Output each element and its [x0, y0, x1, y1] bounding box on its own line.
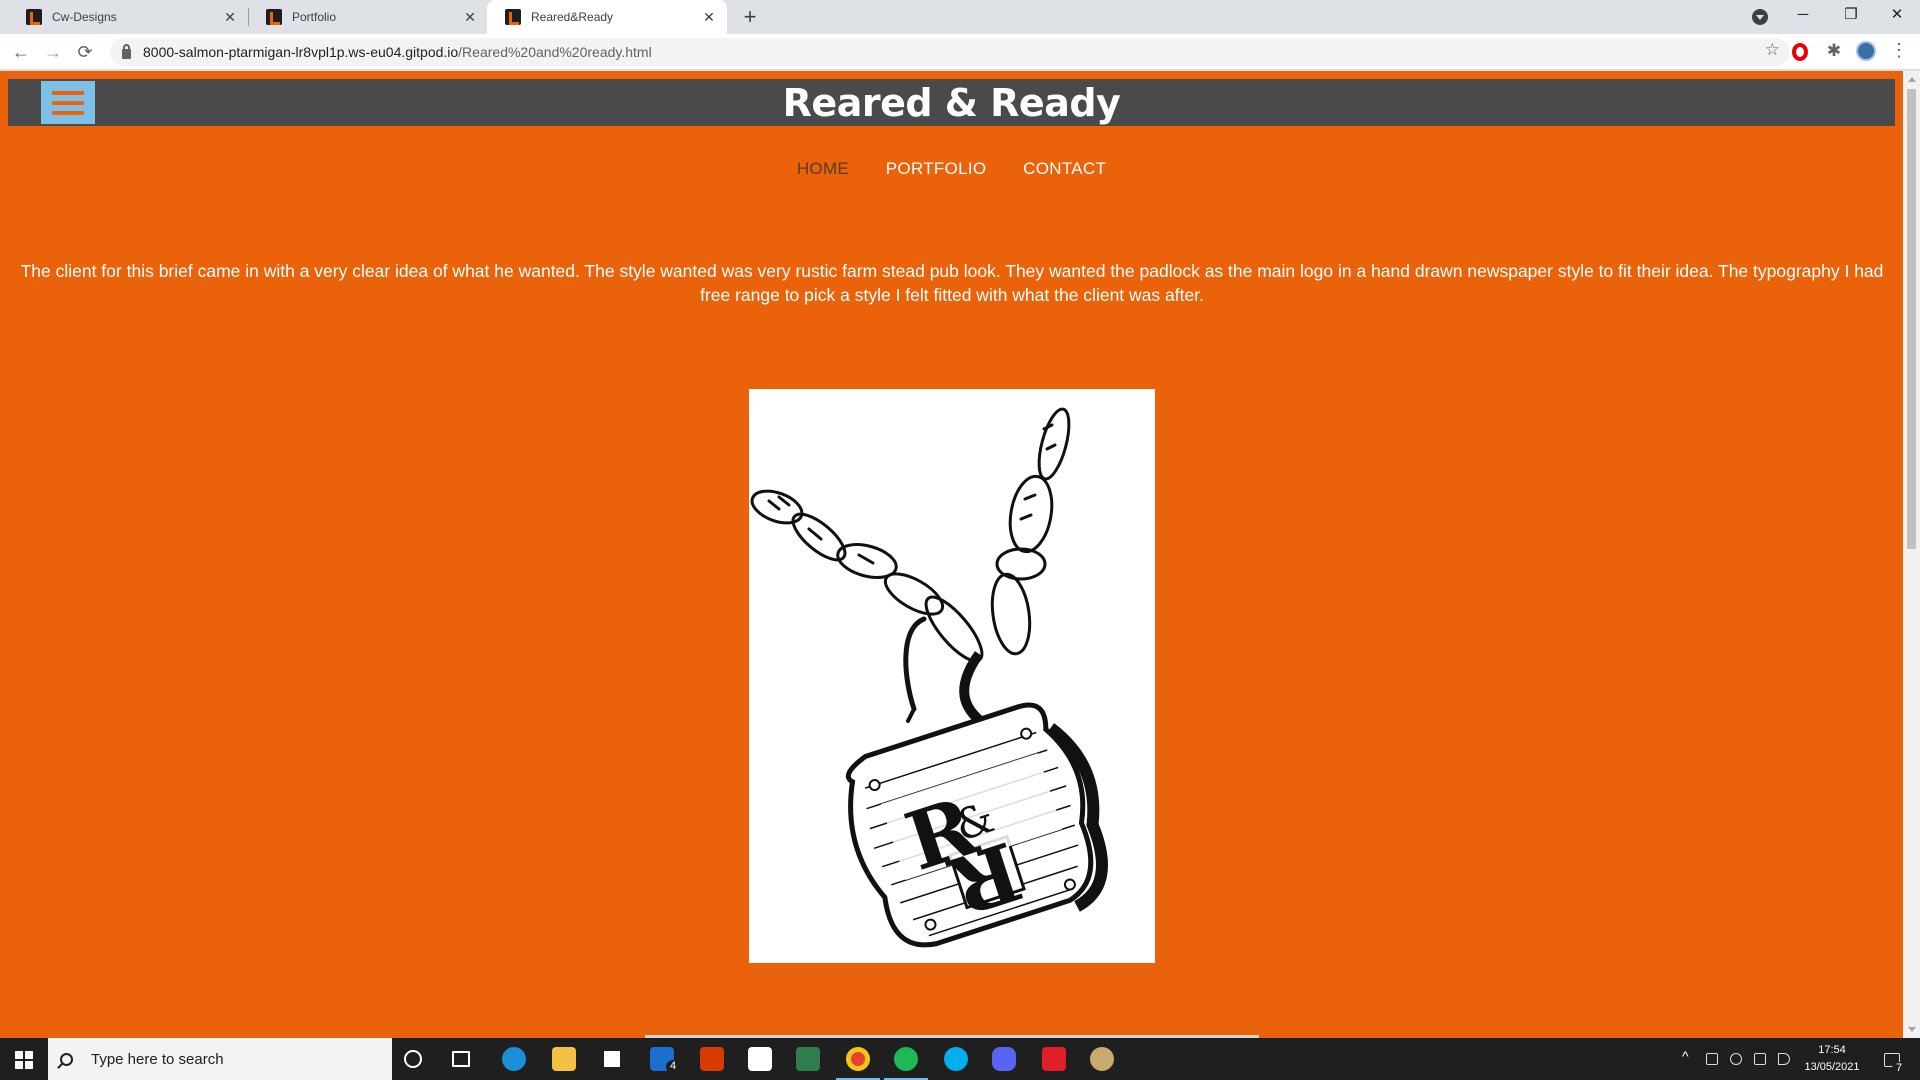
- scroll-down-icon[interactable]: [1908, 1027, 1916, 1032]
- close-icon[interactable]: ✕: [462, 9, 478, 26]
- browser-menu-icon[interactable]: ⋮: [1890, 41, 1908, 61]
- tab-title: Reared&Ready: [531, 10, 614, 24]
- skype-icon[interactable]: [944, 1047, 968, 1071]
- search-placeholder: Type here to search: [91, 1050, 224, 1068]
- back-button[interactable]: ←: [6, 37, 36, 67]
- profile-avatar[interactable]: [1856, 41, 1876, 61]
- show-hidden-icons-icon[interactable]: ^: [1682, 1048, 1689, 1064]
- notification-badge: 7: [1892, 1062, 1906, 1076]
- hamburger-bar: [52, 90, 84, 95]
- minimize-button[interactable]: ─: [1780, 0, 1826, 30]
- reload-button[interactable]: ⟳: [70, 37, 100, 67]
- riot-client-icon[interactable]: [1042, 1047, 1066, 1071]
- clock-time[interactable]: 17:54: [1800, 1044, 1864, 1056]
- league-of-legends-icon[interactable]: [1090, 1047, 1114, 1071]
- chrome-icon[interactable]: [846, 1047, 870, 1071]
- nav-link-portfolio[interactable]: PORTFOLIO: [886, 159, 987, 178]
- new-tab-button[interactable]: +: [736, 4, 764, 32]
- lock-icon[interactable]: [122, 44, 131, 59]
- close-window-button[interactable]: ✕: [1874, 0, 1920, 30]
- windows-taskbar: Type here to search 4 ^ 17:54 13/05/2021…: [0, 1038, 1920, 1080]
- url-path: /Reared%20and%20ready.html: [458, 44, 652, 60]
- store-icon[interactable]: [600, 1047, 624, 1071]
- windows-logo-icon: [15, 1061, 23, 1069]
- browser-tab-portfolio[interactable]: Portfolio ✕: [248, 0, 488, 34]
- windows-logo-icon: [25, 1051, 33, 1059]
- site-favicon-icon: [26, 9, 42, 25]
- windows-logo-icon: [25, 1061, 33, 1069]
- onedrive-icon[interactable]: [1730, 1053, 1742, 1065]
- nav-link-home[interactable]: HOME: [797, 159, 849, 178]
- browser-toolbar: ← → ⟳ 8000-salmon-ptarmigan-lr8vpl1p.ws-…: [0, 34, 1920, 70]
- page-title: Reared & Ready: [782, 81, 1121, 125]
- clock-date[interactable]: 13/05/2021: [1796, 1061, 1868, 1073]
- hamburger-bar: [52, 100, 84, 105]
- opera-extension-icon[interactable]: [1792, 43, 1808, 61]
- taskbar-search-box[interactable]: Type here to search: [48, 1038, 392, 1080]
- forward-button[interactable]: →: [38, 37, 68, 67]
- scroll-up-icon[interactable]: [1908, 77, 1916, 82]
- office-icon[interactable]: [700, 1047, 724, 1071]
- page-scrollbar[interactable]: [1903, 71, 1920, 1038]
- volume-icon[interactable]: [1778, 1053, 1790, 1065]
- browser-tab-reared-ready[interactable]: Reared&Ready ✕: [487, 0, 727, 34]
- mail-badge: 4: [666, 1060, 680, 1074]
- device-icon[interactable]: [1706, 1053, 1718, 1065]
- close-icon[interactable]: ✕: [222, 9, 238, 26]
- spotify-icon[interactable]: [894, 1047, 918, 1071]
- padlock-logo-image: R & R: [749, 389, 1155, 963]
- nav-link-contact[interactable]: CONTACT: [1023, 159, 1106, 178]
- project-description: The client for this brief came in with a…: [20, 261, 1884, 305]
- tab-title: Cw-Designs: [52, 10, 117, 24]
- windows-logo-icon: [15, 1051, 23, 1059]
- bookmark-star-icon[interactable]: ☆: [1765, 40, 1780, 60]
- windows-start-button[interactable]: [0, 1038, 48, 1080]
- menu-toggle-button[interactable]: [41, 81, 95, 124]
- close-icon[interactable]: ✕: [701, 9, 717, 26]
- cortana-icon[interactable]: [404, 1050, 422, 1068]
- page-viewport: Reared & Ready HOME PORTFOLIO CONTACT Th…: [0, 71, 1903, 1038]
- tab-search-icon[interactable]: [1752, 9, 1768, 25]
- tab-title: Portfolio: [292, 10, 337, 24]
- padlock-illustration: R & R: [750, 407, 1108, 948]
- scrollbar-thumb[interactable]: [1907, 89, 1916, 549]
- task-view-icon[interactable]: [452, 1051, 470, 1067]
- file-explorer-icon[interactable]: [552, 1047, 576, 1071]
- site-favicon-icon: [266, 9, 282, 25]
- extensions-puzzle-icon[interactable]: ✱: [1824, 41, 1844, 61]
- snip-sketch-icon[interactable]: [748, 1047, 772, 1071]
- browser-tab-cw-designs[interactable]: Cw-Designs ✕: [8, 0, 248, 34]
- site-favicon-icon: [505, 9, 521, 25]
- edge-browser-icon[interactable]: [502, 1047, 526, 1071]
- hamburger-bar: [52, 110, 84, 115]
- browser-tab-strip: Cw-Designs ✕ Portfolio ✕ Reared&Ready ✕ …: [0, 0, 1920, 34]
- discord-icon[interactable]: [992, 1047, 1016, 1071]
- site-nav: HOME PORTFOLIO CONTACT: [0, 159, 1903, 179]
- search-icon: [60, 1052, 73, 1066]
- url-host: 8000-salmon-ptarmigan-lr8vpl1p.ws-eu04.g…: [143, 44, 459, 60]
- site-header: Reared & Ready: [8, 79, 1895, 126]
- address-bar[interactable]: 8000-salmon-ptarmigan-lr8vpl1p.ws-eu04.g…: [110, 38, 1790, 66]
- xbox-icon[interactable]: [796, 1047, 820, 1071]
- restore-button[interactable]: ❐: [1828, 0, 1874, 30]
- network-icon[interactable]: [1754, 1053, 1766, 1065]
